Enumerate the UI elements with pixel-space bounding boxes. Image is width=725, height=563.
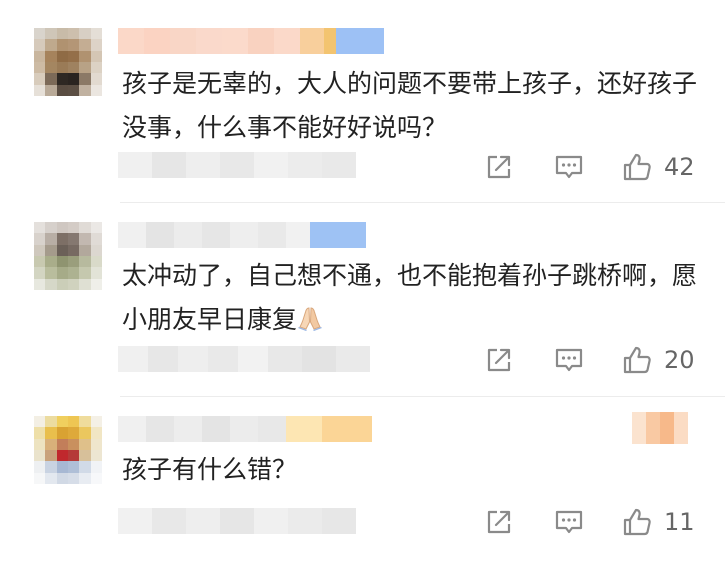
- reply-icon[interactable]: [554, 345, 584, 375]
- reply-icon[interactable]: [554, 507, 584, 537]
- comment-text: 孩子有什么错？: [122, 455, 298, 484]
- avatar[interactable]: [34, 28, 102, 96]
- divider: [120, 202, 725, 203]
- comment-meta: [118, 346, 370, 372]
- share-icon[interactable]: [484, 152, 514, 182]
- like-count: 20: [664, 346, 695, 374]
- comment-text-content: 太冲动了，自己想不通，也不能抱着孙子跳桥啊，愿小朋友早日康复: [122, 261, 698, 334]
- divider: [120, 396, 725, 397]
- avatar[interactable]: [34, 222, 102, 290]
- username[interactable]: [118, 416, 372, 442]
- folded-hands-icon: [298, 307, 323, 331]
- thumbs-up-icon[interactable]: [622, 507, 652, 537]
- like-count: 42: [664, 153, 695, 181]
- comment-meta: [118, 508, 356, 534]
- comment-text: 孩子是无辜的，大人的问题不要带上孩子，还好孩子没事，什么事不能好好说吗？: [122, 69, 698, 142]
- comment-list: 孩子是无辜的，大人的问题不要带上孩子，还好孩子没事，什么事不能好好说吗？ 42: [0, 0, 725, 563]
- avatar[interactable]: [34, 416, 102, 484]
- username[interactable]: [118, 28, 384, 54]
- reply-icon[interactable]: [554, 152, 584, 182]
- thumbs-up-icon[interactable]: [622, 152, 652, 182]
- share-icon[interactable]: [484, 507, 514, 537]
- thumbs-up-icon[interactable]: [622, 345, 652, 375]
- comment-text: 太冲动了，自己想不通，也不能抱着孙子跳桥啊，愿小朋友早日康复: [122, 254, 707, 342]
- comment-meta: [118, 152, 356, 178]
- username[interactable]: [118, 222, 366, 248]
- like-count: 11: [664, 508, 695, 536]
- badge-blur: [632, 412, 688, 444]
- comment-actions: 20: [478, 345, 708, 381]
- comment-actions: 42: [478, 152, 708, 188]
- share-icon[interactable]: [484, 345, 514, 375]
- comment-actions: 11: [478, 507, 708, 543]
